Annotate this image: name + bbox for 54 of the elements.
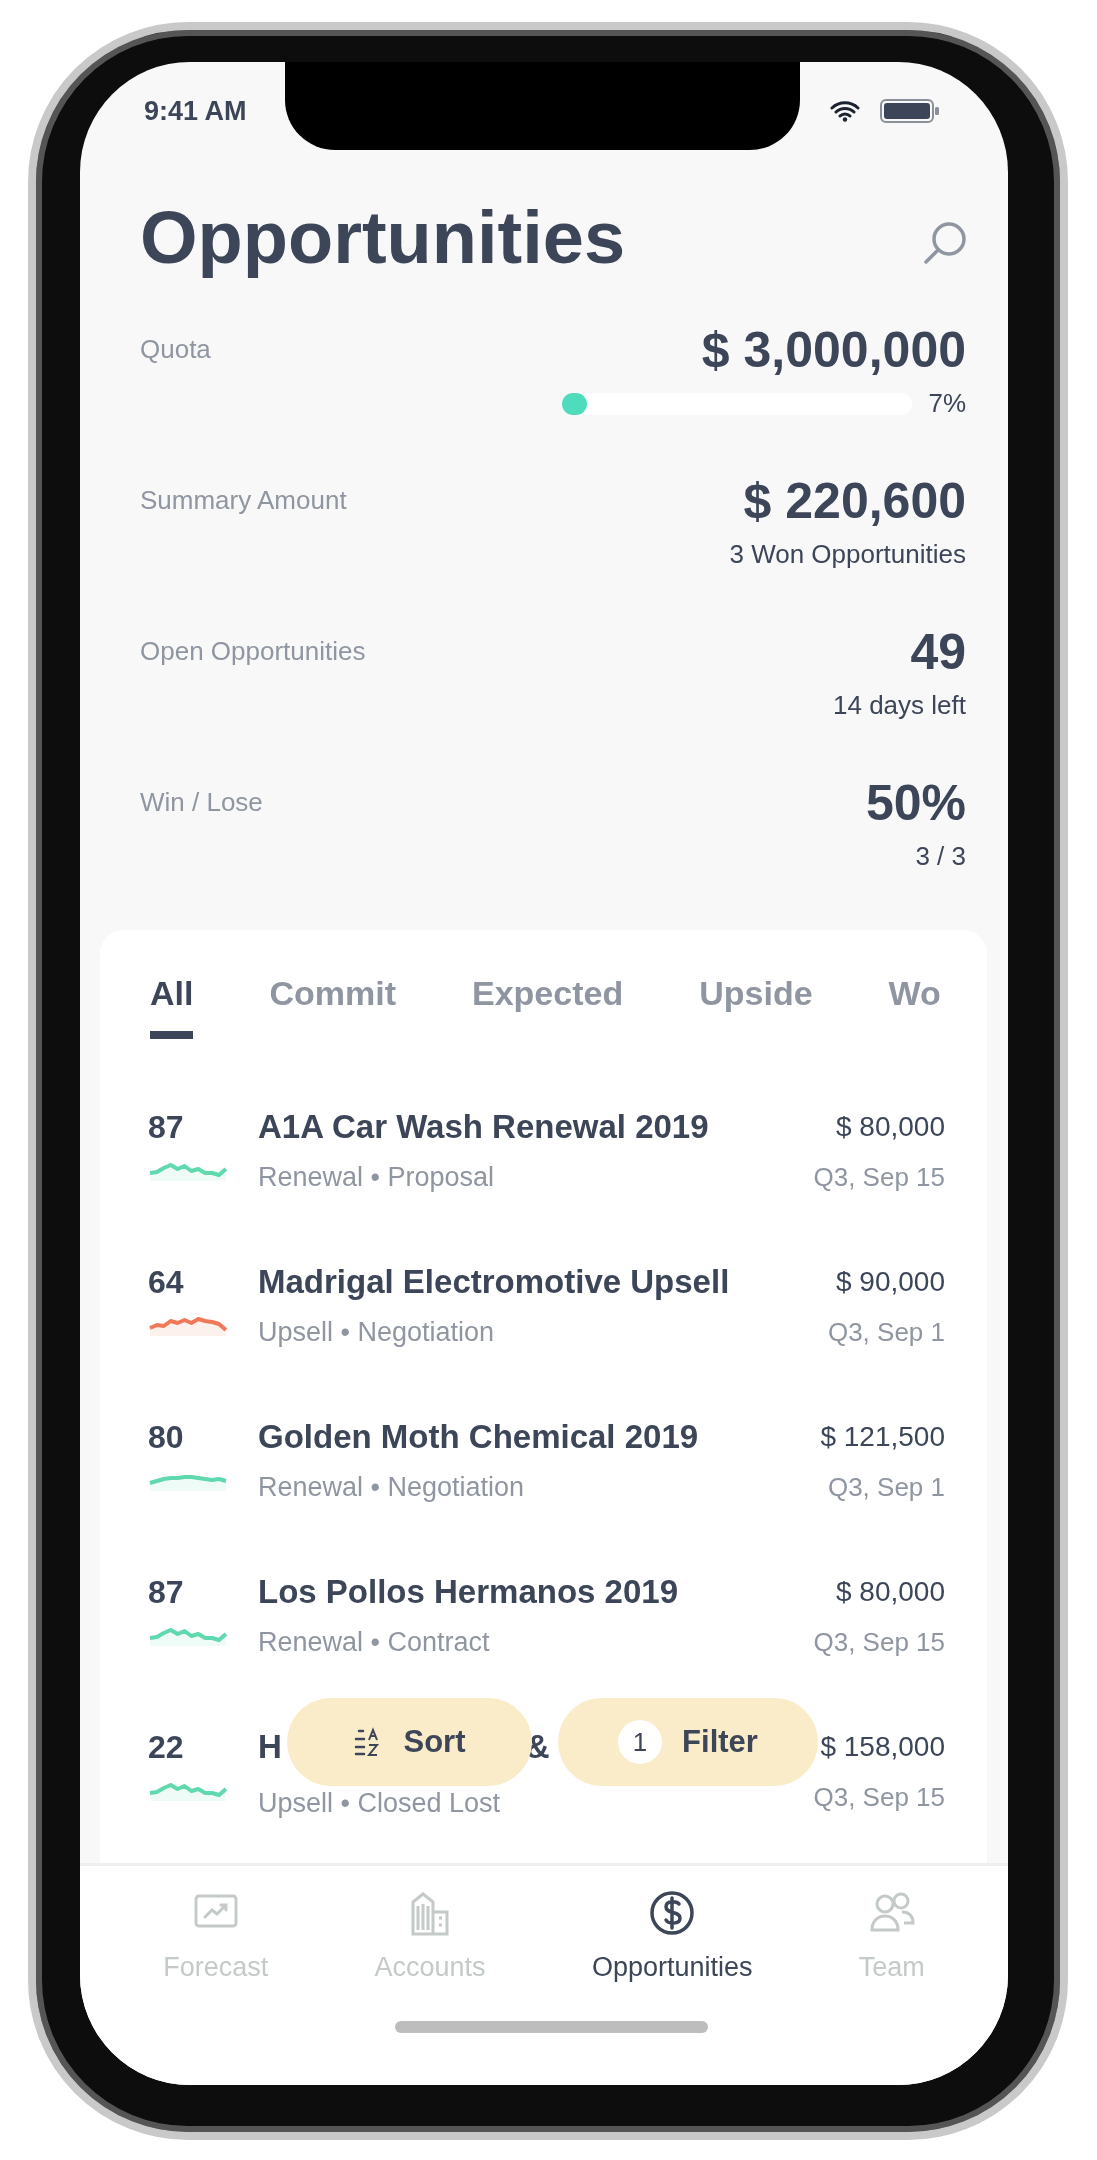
filter-count-badge: 1 — [618, 1720, 663, 1764]
stat-value: $ 220,600 — [743, 473, 966, 529]
amount-text: $ 80,000 — [836, 1575, 945, 1609]
stat-value: $ 3,000,000 — [701, 322, 966, 378]
score-text: 64 — [148, 1263, 185, 1302]
stat-label: Open Opportunities — [140, 635, 366, 667]
amount-text: $ 158,000 — [820, 1730, 945, 1764]
close-date: Q3, Sep 15 — [813, 1161, 945, 1193]
stat-value: 49 — [910, 624, 966, 680]
dollar-icon — [649, 1890, 696, 1936]
stat-label: Quota — [140, 333, 211, 365]
opportunity-subtitle: Upsell • Negotiation — [258, 1316, 496, 1348]
opportunity-title: H — [258, 1727, 282, 1767]
close-date: Q3, Sep 1 — [827, 1471, 945, 1503]
stat-detail: 14 days left — [833, 690, 966, 721]
opportunity-subtitle: Renewal • Negotiation — [258, 1471, 526, 1503]
opportunity-subtitle: Upsell • Closed Lost — [258, 1787, 502, 1819]
filter-tab[interactable]: Upside — [699, 974, 813, 1039]
status-time: 9:41 AM — [144, 95, 247, 127]
opportunity-title: Golden Moth Chemical 2019 — [258, 1417, 700, 1457]
close-date: Q3, Sep 1 — [827, 1316, 945, 1348]
opportunity-subtitle: Renewal • Proposal — [258, 1161, 496, 1193]
score-text: 80 — [148, 1418, 185, 1457]
page-title: Opportunities — [140, 198, 626, 278]
filter-tab[interactable]: Expected — [472, 974, 624, 1039]
filter-button[interactable]: 1 Filter — [558, 1698, 818, 1786]
amount-text: $ 80,000 — [836, 1110, 945, 1144]
search-icon — [922, 220, 968, 266]
nav-tab[interactable]: Team — [858, 1890, 925, 2000]
stat-detail: 3 / 3 — [915, 841, 966, 872]
stat-label: Win / Lose — [140, 786, 263, 818]
score-text: 87 — [148, 1573, 185, 1612]
filter-tab[interactable]: Commit — [269, 974, 396, 1039]
amount-text: $ 121,500 — [820, 1420, 945, 1454]
progress-percent: 7% — [928, 388, 966, 419]
stat-label: Summary Amount — [140, 484, 347, 516]
stat-detail: 3 Won Opportunities — [729, 539, 966, 570]
filter-tab[interactable]: Wo — [888, 974, 941, 1039]
search-button[interactable] — [922, 220, 968, 266]
nav-tab[interactable]: Forecast — [163, 1890, 269, 2000]
filter-tab[interactable]: All — [150, 974, 194, 1039]
score-text: 87 — [148, 1108, 185, 1147]
opportunity-title: Madrigal Electromotive Upsell — [258, 1262, 731, 1302]
battery-icon — [880, 98, 940, 124]
nav-tab[interactable]: Opportunities — [591, 1890, 753, 2000]
close-date: Q3, Sep 15 — [813, 1626, 945, 1658]
amount-text: $ 90,000 — [836, 1265, 945, 1299]
wifi-icon — [830, 100, 860, 122]
nav-tab[interactable]: Accounts — [374, 1890, 486, 2000]
score-text: 22 — [148, 1728, 185, 1767]
opportunity-title: A1A Car Wash Renewal 2019 — [258, 1107, 710, 1147]
opportunity-title: Los Pollos Hermanos 2019 — [258, 1572, 679, 1612]
opportunity-subtitle: Renewal • Contract — [258, 1626, 491, 1658]
stat-value: 50% — [865, 775, 966, 831]
